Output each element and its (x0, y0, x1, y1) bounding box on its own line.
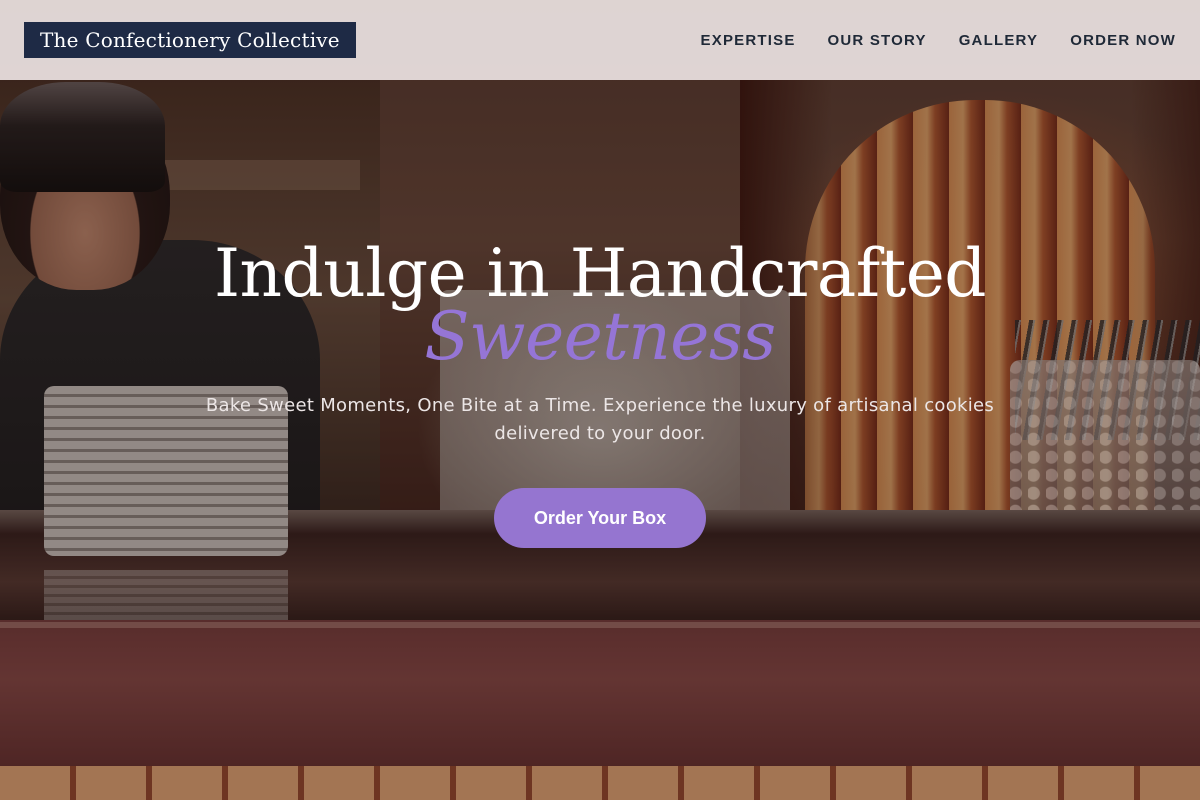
site-header: The Confectionery Collective EXPERTISE O… (0, 0, 1200, 80)
order-your-box-button[interactable]: Order Your Box (494, 488, 706, 548)
hero-title-accent: Sweetness (424, 298, 776, 375)
hero-subtitle: Bake Sweet Moments, One Bite at a Time. … (205, 395, 995, 444)
site-logo[interactable]: The Confectionery Collective (24, 22, 356, 58)
nav-link-our-story[interactable]: OUR STORY (828, 32, 927, 49)
hero-section: Indulge in Handcrafted Sweetness Bake Sw… (0, 236, 1200, 548)
nav-link-order-now[interactable]: ORDER NOW (1070, 32, 1176, 49)
nav-link-gallery[interactable]: GALLERY (959, 32, 1039, 49)
main-nav: EXPERTISE OUR STORY GALLERY ORDER NOW (701, 32, 1176, 49)
nav-link-expertise[interactable]: EXPERTISE (701, 32, 796, 49)
hero-title: Indulge in Handcrafted Sweetness (0, 236, 1200, 375)
